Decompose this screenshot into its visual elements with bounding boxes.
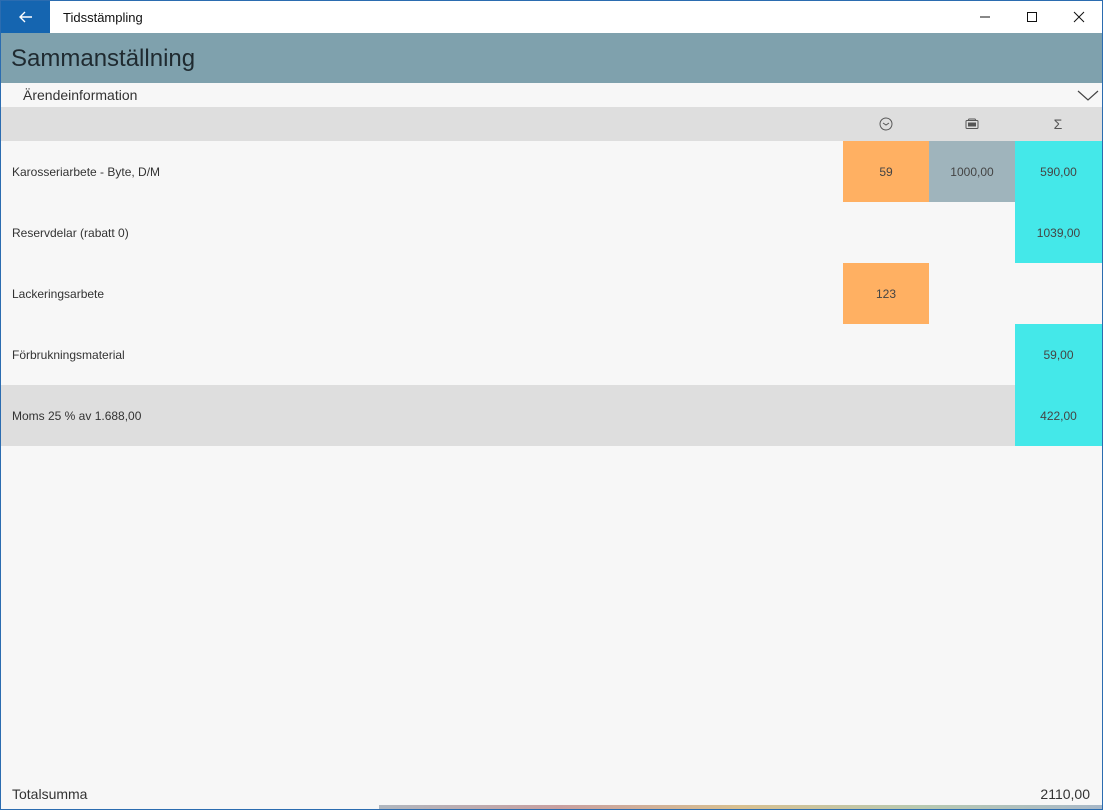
money-icon (965, 118, 979, 129)
row-label: Förbrukningsmaterial (12, 348, 125, 362)
total-value: 2110,00 (1040, 786, 1090, 802)
sum-cell: 422,00 (1015, 385, 1102, 446)
time-cell: 59 (843, 141, 929, 202)
page-header: Sammanställning (1, 33, 1102, 83)
vat-row: Moms 25 % av 1.688,00 422,00 (1, 385, 1102, 446)
row-label: Reservdelar (rabatt 0) (12, 226, 129, 240)
minimize-button[interactable] (962, 1, 1008, 33)
case-info-expander[interactable]: Ärendeinformation (1, 83, 1102, 107)
time-column-header (843, 115, 929, 133)
sum-cell: 1039,00 (1015, 202, 1102, 263)
minimize-icon (980, 16, 990, 18)
clock-icon (879, 117, 893, 131)
table-row: Förbrukningsmaterial 59,00 (1, 324, 1102, 385)
table-row: Lackeringsarbete 123 (1, 263, 1102, 324)
back-button[interactable] (1, 1, 50, 33)
bottom-strip (379, 805, 1102, 809)
maximize-icon (1027, 12, 1037, 22)
sum-cell: 590,00 (1015, 141, 1102, 202)
maximize-button[interactable] (1009, 1, 1055, 33)
table-row: Karosseriarbete - Byte, D/M 59 1000,00 5… (1, 141, 1102, 202)
sum-cell: 59,00 (1015, 324, 1102, 385)
app-window: Tidsstämpling Sammanställning Ärendeinfo… (0, 0, 1103, 810)
close-button[interactable] (1056, 1, 1102, 33)
row-label: Lackeringsarbete (12, 287, 105, 301)
row-label: Moms 25 % av 1.688,00 (12, 409, 142, 423)
app-title: Tidsstämpling (63, 10, 143, 25)
table-row: Reservdelar (rabatt 0) 1039,00 (1, 202, 1102, 263)
page-title: Sammanställning (11, 45, 196, 72)
time-cell: 123 (843, 263, 929, 324)
price-column-header (929, 115, 1015, 133)
title-bar: Tidsstämpling (1, 1, 1102, 33)
row-label: Karosseriarbete - Byte, D/M (12, 165, 161, 179)
case-info-label: Ärendeinformation (23, 87, 138, 103)
column-header: Σ (1, 107, 1102, 141)
sum-column-header: Σ (1053, 116, 1063, 132)
price-cell: 1000,00 (929, 141, 1015, 202)
total-label: Totalsumma (12, 786, 88, 802)
arrow-left-icon (18, 11, 32, 23)
close-icon (1073, 11, 1085, 23)
chevron-down-icon[interactable] (1077, 87, 1099, 103)
